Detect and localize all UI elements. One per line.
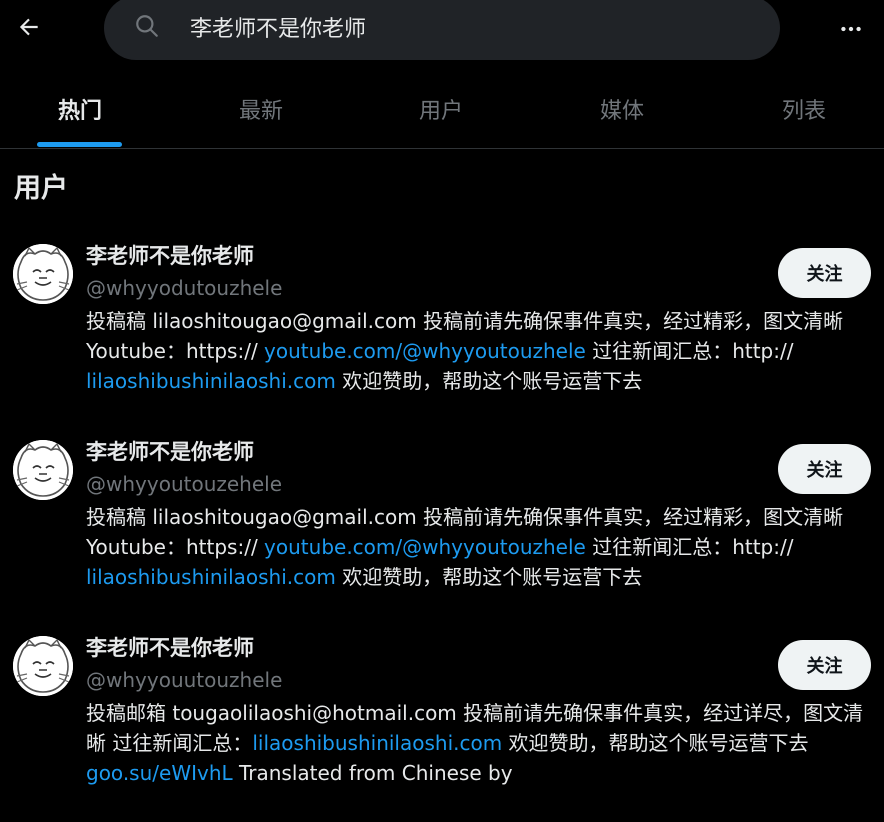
search-icon — [136, 15, 158, 37]
tab-people[interactable]: 用户 — [361, 70, 521, 148]
avatar[interactable] — [13, 636, 73, 696]
bio-text: Translated from Chinese by — [232, 761, 513, 785]
active-tab-indicator — [37, 142, 122, 147]
avatar[interactable] — [13, 244, 73, 304]
user-cell[interactable]: 李老师不是你老师 @whyyodutouzhele 投稿稿 lilaoshitoug… — [0, 240, 884, 430]
tab-latest[interactable]: 最新 — [181, 70, 341, 148]
bio-link[interactable]: youtube.com/@whyyoutouzhele — [264, 535, 586, 559]
tab-media[interactable]: 媒体 — [542, 70, 702, 148]
user-bio: 投稿稿 lilaoshitougao@gmail.com 投稿前请先确保事件真实… — [86, 502, 876, 592]
user-name[interactable]: 李老师不是你老师 — [86, 632, 254, 662]
more-horizontal-icon — [841, 26, 861, 32]
bio-text: 欢迎赞助，帮助这个账号运营下去 — [335, 565, 643, 589]
bio-link[interactable]: youtube.com/@whyyoutouzhele — [264, 339, 586, 363]
bio-link[interactable]: lilaoshibushinilaoshi.com — [252, 731, 502, 755]
bio-text: 过往新闻汇总：http:// — [585, 339, 794, 363]
top-bar — [0, 0, 884, 60]
user-cell[interactable]: 李老师不是你老师 @whyyouutouzhele 投稿邮箱 tougaolilao… — [0, 632, 884, 822]
search-bar[interactable] — [104, 0, 780, 60]
more-options-button[interactable] — [830, 8, 872, 50]
follow-button[interactable]: 关注 — [778, 248, 871, 298]
user-bio: 投稿稿 lilaoshitougao@gmail.com 投稿前请先确保事件真实… — [86, 306, 876, 396]
user-handle[interactable]: @whyyoutouzehele — [86, 472, 282, 496]
arrow-left-icon — [19, 18, 38, 36]
search-input[interactable] — [190, 12, 750, 42]
user-name[interactable]: 李老师不是你老师 — [86, 436, 254, 466]
back-button[interactable] — [10, 8, 48, 46]
tab-lists[interactable]: 列表 — [724, 70, 884, 148]
search-tabs: 热门 最新 用户 媒体 列表 — [0, 70, 884, 149]
section-title: 用户 — [14, 173, 68, 204]
avatar[interactable] — [13, 440, 73, 500]
tab-top[interactable]: 热门 — [0, 70, 160, 148]
user-handle[interactable]: @whyyodutouzhele — [86, 276, 282, 300]
follow-button[interactable]: 关注 — [778, 640, 871, 690]
bio-text: 欢迎赞助，帮助这个账号运营下去 — [502, 731, 809, 755]
bio-text: 欢迎赞助，帮助这个账号运营下去 — [335, 369, 643, 393]
bio-link[interactable]: lilaoshibushinilaoshi.com — [86, 369, 336, 393]
bio-text: 过往新闻汇总：http:// — [585, 535, 794, 559]
user-name[interactable]: 李老师不是你老师 — [86, 240, 254, 270]
bio-link[interactable]: goo.su/eWIvhL — [86, 761, 233, 785]
user-handle[interactable]: @whyyouutouzhele — [86, 668, 282, 692]
user-cell[interactable]: 李老师不是你老师 @whyyoutouzehele 投稿稿 lilaoshitoug… — [0, 436, 884, 626]
bio-link[interactable]: lilaoshibushinilaoshi.com — [86, 565, 336, 589]
follow-button[interactable]: 关注 — [778, 444, 871, 494]
user-bio: 投稿邮箱 tougaolilaoshi@hotmail.com 投稿前请先确保事… — [86, 698, 876, 788]
